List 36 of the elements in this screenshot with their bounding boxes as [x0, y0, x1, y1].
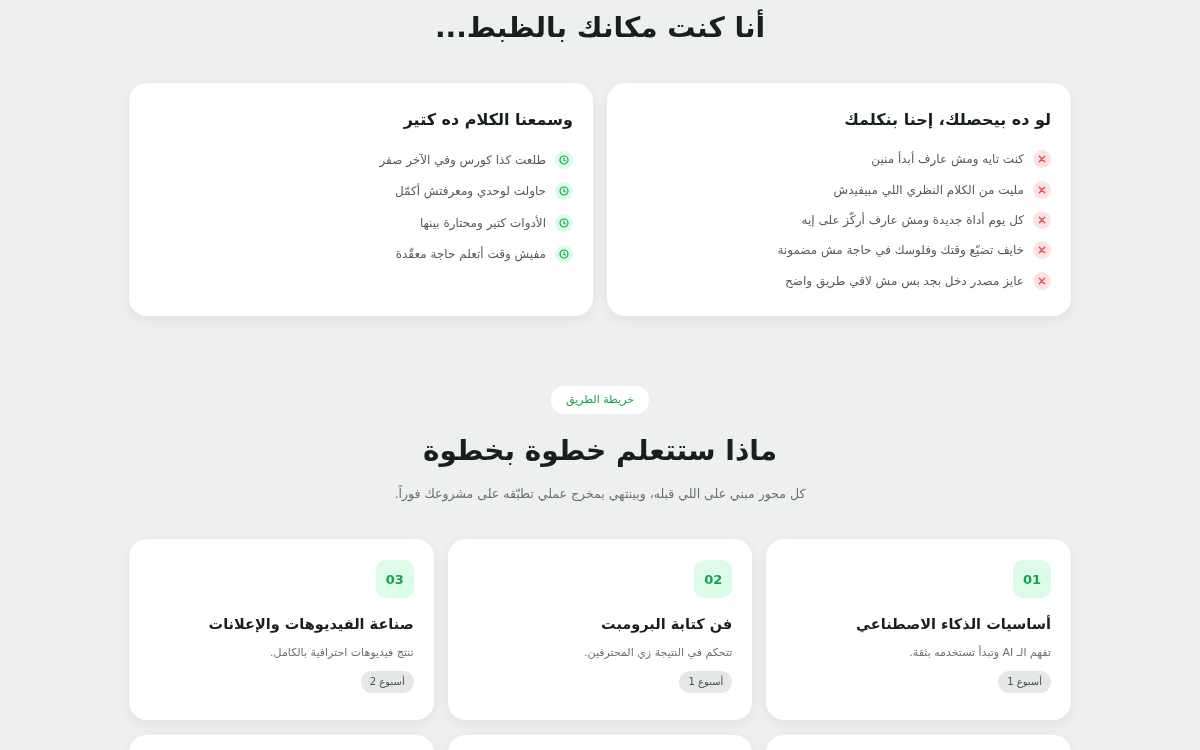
list-item-text: مليت من الكلام النظري اللي مبيفيدش: [833, 182, 1024, 197]
module-description: تنتج فيديوهات احترافية بالكامل.: [270, 645, 414, 661]
list-item-text: كل يوم أداة جديدة ومش عارف أركّز على إيه: [801, 213, 1024, 227]
module-number: 03: [375, 560, 414, 598]
section-subtitle: كل محور مبني على اللي قبله، وبينتهي بمخرج عملي تطبّقه على مشروعك فوراً.: [394, 484, 806, 504]
cross-icon: [1033, 150, 1051, 169]
section-title: أنا كنت مكانك بالظبط...: [434, 8, 766, 46]
module-description: تفهم الـ AI وتبدأ تستخدمه بثقة.: [909, 644, 1051, 661]
list-item-text: حاولت لوحدي ومعرفتش أكمّل: [394, 184, 546, 199]
list-item-text: خايف تضيّع وقتك وفلوسك في حاجة مش مضمونة: [777, 243, 1024, 258]
list-item-text: الأدوات كتير ومحتارة بينها: [419, 215, 546, 230]
card-title: لو ده بيحصلك، إحنا بنكلمك: [843, 109, 1051, 131]
clock-icon: [555, 182, 573, 201]
module-description: تتحكم في النتيجة زي المحترفين.: [584, 645, 733, 661]
cross-icon: [1033, 211, 1051, 229]
module-title: صناعة الفيديوهات والإعلانات: [208, 615, 414, 635]
clock-icon: [555, 213, 573, 232]
list-item-text: طلعت كذا كورس وفي الآخر صفر: [379, 152, 546, 167]
cross-icon: [1033, 271, 1051, 290]
list-item-text: عايز مصدر دخل بجد بس مش لاقي طريق واضح: [785, 273, 1024, 288]
section-title: ماذا ستتعلم خطوة بخطوة: [422, 433, 778, 469]
module-number: 01: [1013, 560, 1051, 598]
module-title: فن كتابة البرومبت: [601, 615, 733, 635]
list-item-text: مفيش وقت أتعلم حاجة معقّدة: [395, 247, 546, 262]
cross-icon: [1033, 180, 1051, 199]
duration-tag: أسبوع 1: [998, 671, 1051, 693]
list-item-text: كنت تايه ومش عارف أبدأ منين: [871, 152, 1024, 167]
clock-icon: [555, 150, 573, 169]
module-title: أساسيات الذكاء الاصطناعي: [856, 614, 1051, 635]
module-number: 02: [694, 560, 733, 598]
duration-tag: أسبوع 2: [360, 671, 414, 693]
card-title: وسمعنا الكلام ده كتير: [402, 109, 573, 131]
duration-tag: أسبوع 1: [679, 671, 733, 693]
clock-icon: [555, 245, 573, 264]
section-badge: خريطة الطريق: [550, 386, 650, 414]
cross-icon: [1033, 241, 1051, 260]
